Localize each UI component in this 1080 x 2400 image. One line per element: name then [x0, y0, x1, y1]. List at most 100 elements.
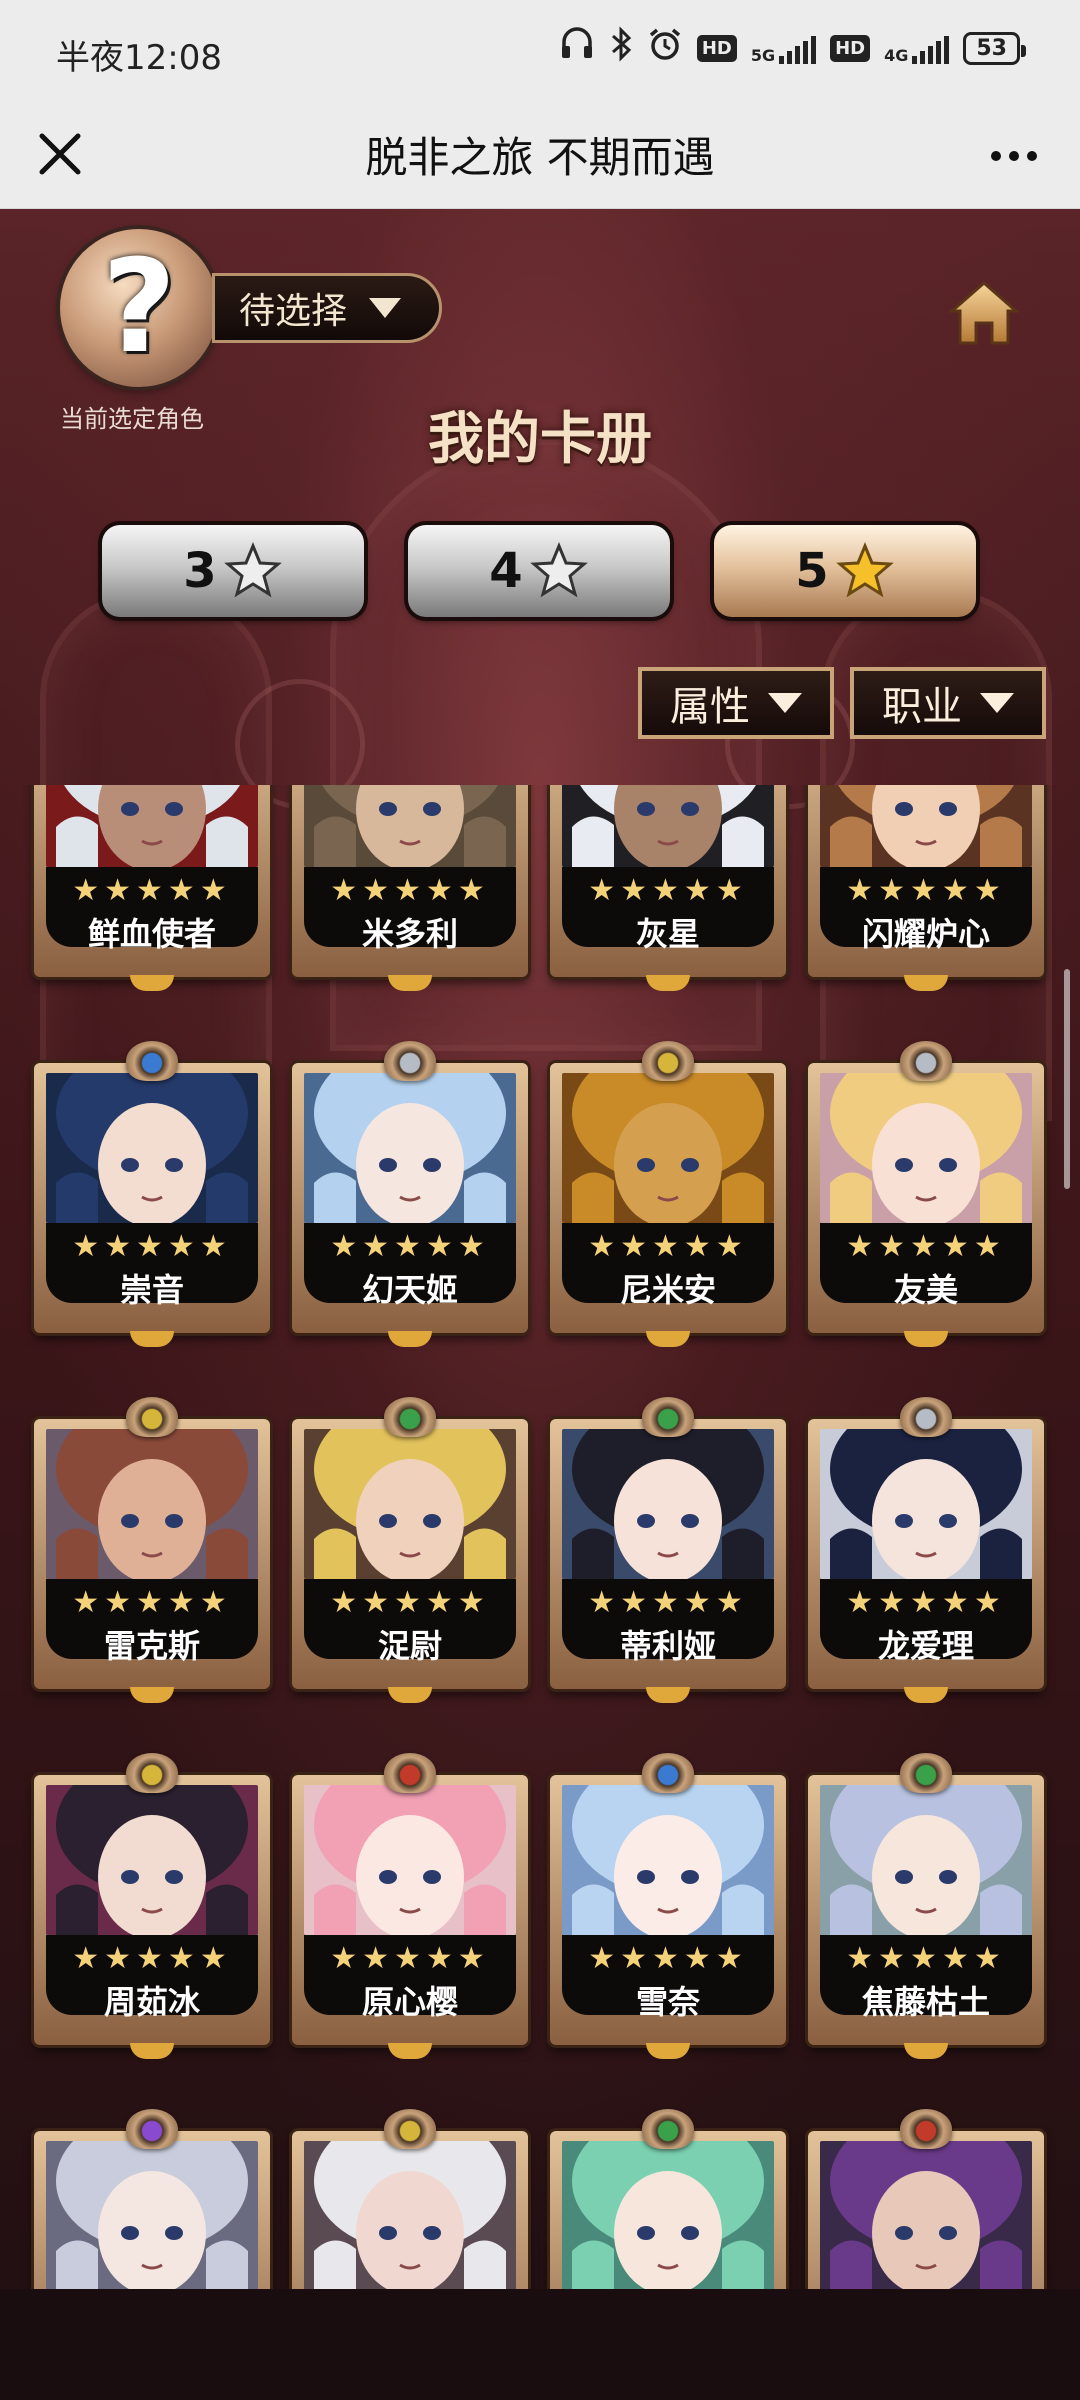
character-card[interactable]: ★★★★★ 闪耀炉心 [808, 785, 1044, 991]
character-card[interactable]: ★★★★★ 友美 [808, 1041, 1044, 1347]
card-info-band: ★★★★★ 灰星 [562, 867, 774, 953]
character-select-dropdown[interactable]: 待选择 [212, 273, 442, 343]
character-card[interactable]: ★★★★★ 鲜血使者 [34, 785, 270, 991]
character-card[interactable]: ★★★★★ 灰星 [550, 785, 786, 991]
element-crest-icon [900, 1753, 952, 1793]
character-portrait [820, 1429, 1032, 1579]
tab-4-star[interactable]: 4 [408, 525, 670, 617]
character-card[interactable]: ★★★★★ 雷克斯 [34, 1397, 270, 1703]
character-card[interactable]: ★★★★★ 浞尉 [292, 1397, 528, 1703]
character-card[interactable]: ★★★★★ 雪奈 [550, 1753, 786, 2059]
star-rating-icon: ★★★★★ [72, 1941, 232, 1976]
character-name: 幻天姬 [361, 1271, 458, 1309]
character-card[interactable]: ★★★★★ 焦藤枯土 [808, 1753, 1044, 2059]
card-foot-ornament [388, 2043, 432, 2059]
character-card[interactable]: ★★★★★ 龙爱理 [808, 1397, 1044, 1703]
question-mark-icon: ? [101, 233, 177, 382]
signal-bars-icon [912, 34, 950, 64]
card-info-band: ★★★★★ 雷克斯 [46, 1579, 258, 1665]
card-foot-ornament [904, 1687, 948, 1703]
element-crest-icon [900, 2109, 952, 2149]
signal-bars-icon [779, 34, 817, 64]
attribute-filter-label: 属性 [670, 684, 750, 730]
star-rating-icon: ★★★★★ [72, 1229, 232, 1264]
character-name: 米多利 [361, 915, 458, 953]
star-rating-icon: ★★★★★ [588, 1229, 748, 1264]
alarm-icon [647, 26, 683, 71]
element-crest-icon [126, 1041, 178, 1081]
bluetooth-icon [609, 26, 633, 71]
network-5g-label: 5G [750, 45, 776, 65]
more-options-icon[interactable] [982, 124, 1046, 188]
bottom-area [0, 2289, 1080, 2400]
character-name: 原心樱 [361, 1983, 458, 2021]
card-foot-ornament [646, 1331, 690, 1347]
card-foot-ornament [130, 2043, 174, 2059]
character-portrait [304, 1429, 516, 1579]
element-crest-icon [126, 1397, 178, 1437]
star-rating-icon: ★★★★★ [588, 873, 748, 908]
chevron-down-icon [980, 693, 1014, 713]
character-portrait [562, 2141, 774, 2289]
star-outline-icon [529, 542, 588, 598]
card-foot-ornament [904, 2043, 948, 2059]
star-rating-icon: ★★★★★ [72, 1585, 232, 1620]
tab-3-star[interactable]: 3 [102, 525, 364, 617]
card-info-band: ★★★★★ 尼米安 [562, 1223, 774, 1309]
character-card[interactable]: ★★★★★ 周茹冰 [34, 1753, 270, 2059]
card-info-band: ★★★★★ 浞尉 [304, 1579, 516, 1665]
character-portrait [46, 1429, 258, 1579]
character-card[interactable] [292, 2109, 528, 2289]
star-rating-icon: ★★★★★ [846, 1585, 1006, 1620]
character-portrait [304, 2141, 516, 2289]
star-rating-icon: ★★★★★ [330, 1585, 490, 1620]
signal-5g: 5G [750, 34, 817, 65]
character-card[interactable] [34, 2109, 270, 2289]
star-rating-icon: ★★★★★ [846, 873, 1006, 908]
card-info-band: ★★★★★ 龙爱理 [820, 1579, 1032, 1665]
character-name: 雷克斯 [103, 1627, 200, 1665]
status-icons: HD 5G HD 4G 53 [559, 26, 1026, 71]
element-crest-icon [384, 1753, 436, 1793]
card-info-band: ★★★★★ 米多利 [304, 867, 516, 953]
character-avatar-button[interactable]: ? [60, 229, 218, 387]
star-gold-icon [835, 542, 894, 598]
card-info-band: ★★★★★ 闪耀炉心 [820, 867, 1032, 953]
character-card[interactable]: ★★★★★ 蒂利娅 [550, 1397, 786, 1703]
character-card[interactable]: ★★★★★ 崇音 [34, 1041, 270, 1347]
element-crest-icon [126, 1753, 178, 1793]
character-card[interactable] [550, 2109, 786, 2289]
element-crest-icon [384, 1041, 436, 1081]
album-title: 我的卡册 [428, 407, 652, 472]
character-portrait [562, 1073, 774, 1223]
chevron-down-icon [369, 298, 402, 318]
tab-5-star-label: 5 [795, 543, 829, 599]
character-portrait [820, 1073, 1032, 1223]
card-foot-ornament [388, 1687, 432, 1703]
character-card[interactable] [808, 2109, 1044, 2289]
character-portrait [46, 1073, 258, 1223]
status-time: 半夜12:08 [56, 38, 222, 78]
profession-filter-dropdown[interactable]: 职业 [850, 667, 1046, 739]
character-portrait [562, 1785, 774, 1935]
scrollbar[interactable] [1064, 969, 1070, 1189]
card-info-band: ★★★★★ 周茹冰 [46, 1935, 258, 2021]
card-info-band: ★★★★★ 崇音 [46, 1223, 258, 1309]
attribute-filter-dropdown[interactable]: 属性 [638, 667, 834, 739]
character-portrait [46, 2141, 258, 2289]
character-select-value: 待选择 [239, 291, 348, 332]
character-card[interactable]: ★★★★★ 尼米安 [550, 1041, 786, 1347]
card-foot-ornament [130, 975, 174, 991]
card-info-band: ★★★★★ 原心樱 [304, 1935, 516, 2021]
character-card[interactable]: ★★★★★ 幻天姬 [292, 1041, 528, 1347]
element-crest-icon [900, 1041, 952, 1081]
character-card[interactable]: ★★★★★ 原心樱 [292, 1753, 528, 2059]
card-foot-ornament [646, 2043, 690, 2059]
character-card[interactable]: ★★★★★ 米多利 [292, 785, 528, 991]
tab-5-star[interactable]: 5 [714, 525, 976, 617]
character-name: 鲜血使者 [87, 915, 216, 953]
home-icon[interactable] [948, 279, 1020, 347]
hd-badge-2: HD [830, 35, 871, 62]
character-portrait [820, 2141, 1032, 2289]
character-name: 崇音 [119, 1271, 184, 1309]
